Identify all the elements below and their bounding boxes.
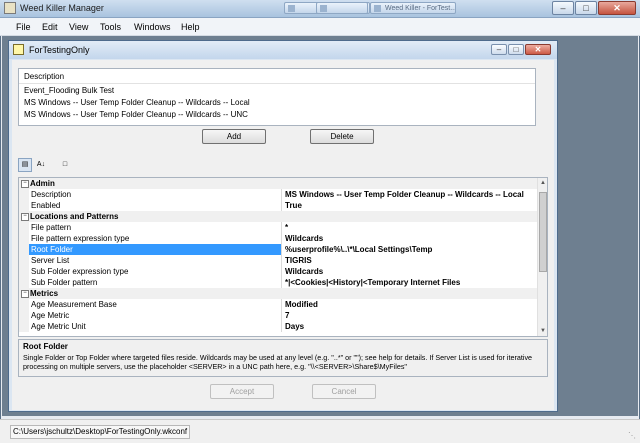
property-row[interactable]: Description MS Windows -- User Temp Folde… [19, 189, 537, 200]
category-row[interactable]: − Metrics [19, 288, 537, 299]
property-value[interactable]: TIGRIS [285, 256, 312, 265]
property-name: File pattern expression type [31, 234, 130, 243]
list-item[interactable]: MS Windows -- User Temp Folder Cleanup -… [24, 110, 248, 119]
list-header-label: Description [24, 72, 65, 81]
property-value[interactable]: * [285, 223, 288, 232]
scroll-thumb[interactable] [539, 192, 547, 272]
collapse-icon[interactable]: − [21, 213, 29, 221]
property-row[interactable]: Sub Folder pattern *|<Cookies|<History|<T… [19, 277, 537, 288]
app-icon [4, 2, 16, 14]
collapse-icon[interactable]: − [21, 180, 29, 188]
collapse-icon[interactable]: − [21, 290, 29, 298]
child-title: ForTestingOnly [29, 45, 90, 55]
property-row[interactable]: File pattern * [19, 222, 537, 233]
property-name: Age Metric [31, 311, 70, 320]
grid-scrollbar[interactable]: ▲ ▼ [537, 178, 547, 336]
help-title: Root Folder [23, 342, 68, 351]
child-minimize-button[interactable]: – [491, 44, 507, 55]
property-name: Enabled [31, 201, 61, 210]
menu-help[interactable]: Help [181, 22, 200, 32]
property-grid-toolbar: ▤ A↓ □ [18, 156, 78, 174]
scroll-down-icon[interactable]: ▼ [538, 326, 547, 336]
property-row-selected[interactable]: Root Folder %userprofile%\..\*\Local Sett… [19, 244, 537, 255]
property-value[interactable]: Wildcards [285, 267, 323, 276]
property-name: Sub Folder pattern [31, 278, 98, 287]
maximize-button[interactable]: □ [575, 1, 597, 15]
property-row[interactable]: Age Metric 7 [19, 310, 537, 321]
categorized-icon[interactable]: ▤ [18, 158, 32, 172]
menu-tools[interactable]: Tools [100, 22, 121, 32]
property-value[interactable]: True [285, 201, 302, 210]
taskbar-ghost-tab: Weed Killer - ForTest... [370, 2, 456, 14]
property-row[interactable]: Enabled True [19, 200, 537, 211]
resize-grip-icon[interactable]: ⋱ [628, 431, 638, 441]
list-item[interactable]: Event_Flooding Bulk Test [24, 86, 114, 95]
property-pages-icon[interactable]: □ [58, 158, 72, 172]
child-maximize-button[interactable]: □ [508, 44, 524, 55]
child-window: ForTestingOnly – □ ✕ Description Event_F… [8, 40, 558, 412]
minimize-button[interactable]: – [552, 1, 574, 15]
property-value[interactable]: %userprofile%\..\*\Local Settings\Temp [285, 245, 432, 254]
category-row[interactable]: − Locations and Patterns [19, 211, 537, 222]
alphabetical-sort-icon[interactable]: A↓ [34, 158, 48, 172]
child-close-button[interactable]: ✕ [525, 44, 551, 55]
file-path: C:\Users\jschultz\Desktop\ForTestingOnly… [10, 425, 191, 439]
document-icon [13, 44, 24, 55]
child-title-bar: ForTestingOnly – □ ✕ [9, 41, 557, 59]
help-description: Single Folder or Top Folder where target… [23, 353, 533, 371]
task-list[interactable]: Description Event_Flooding Bulk Test MS … [18, 68, 536, 126]
list-column-header[interactable]: Description [19, 69, 535, 84]
property-name: Root Folder [29, 244, 282, 255]
taskbar-ghost-tab [316, 2, 368, 14]
cancel-button[interactable]: Cancel [312, 384, 376, 399]
property-name: Age Measurement Base [31, 300, 117, 309]
add-button[interactable]: Add [202, 129, 266, 144]
close-button[interactable]: ✕ [598, 1, 636, 15]
menu-bar: File Edit View Tools Windows Help [0, 18, 640, 36]
title-bar: Weed Killer Manager Weed Killer - ForTes… [0, 0, 640, 18]
help-pane: Root Folder Single Folder or Top Folder … [18, 339, 548, 377]
status-bar: C:\Users\jschultz\Desktop\ForTestingOnly… [0, 419, 640, 443]
child-body: Description Event_Flooding Bulk Test MS … [12, 60, 554, 410]
property-name: Server List [31, 256, 70, 265]
property-value[interactable]: *|<Cookies|<History|<Temporary Internet … [285, 278, 460, 287]
property-grid: − Admin Description MS Windows -- User Tem… [18, 177, 548, 337]
list-item[interactable]: MS Windows -- User Temp Folder Cleanup -… [24, 98, 250, 107]
property-row[interactable]: Age Measurement Base Modified [19, 299, 537, 310]
category-row[interactable]: − Admin [19, 178, 537, 189]
property-value[interactable]: Days [285, 322, 304, 331]
delete-button[interactable]: Delete [310, 129, 374, 144]
accept-button[interactable]: Accept [210, 384, 274, 399]
app-title: Weed Killer Manager [20, 3, 104, 13]
property-name: Description [31, 190, 72, 199]
menu-file[interactable]: File [16, 22, 31, 32]
menu-windows[interactable]: Windows [134, 22, 171, 32]
property-name: Sub Folder expression type [31, 267, 129, 276]
menu-edit[interactable]: Edit [42, 22, 58, 32]
property-value[interactable]: Modified [285, 300, 318, 309]
property-row[interactable]: File pattern expression type Wildcards [19, 233, 537, 244]
property-row[interactable]: Sub Folder expression type Wildcards [19, 266, 537, 277]
property-value[interactable]: 7 [285, 311, 289, 320]
property-row[interactable]: Server List TIGRIS [19, 255, 537, 266]
property-name: Age Metric Unit [31, 322, 86, 331]
property-value[interactable]: MS Windows -- User Temp Folder Cleanup -… [285, 190, 524, 199]
property-value[interactable]: Wildcards [285, 234, 323, 243]
property-row[interactable]: Age Metric Unit Days [19, 321, 537, 332]
scroll-up-icon[interactable]: ▲ [538, 178, 547, 188]
property-name: File pattern [31, 223, 72, 232]
menu-view[interactable]: View [69, 22, 88, 32]
